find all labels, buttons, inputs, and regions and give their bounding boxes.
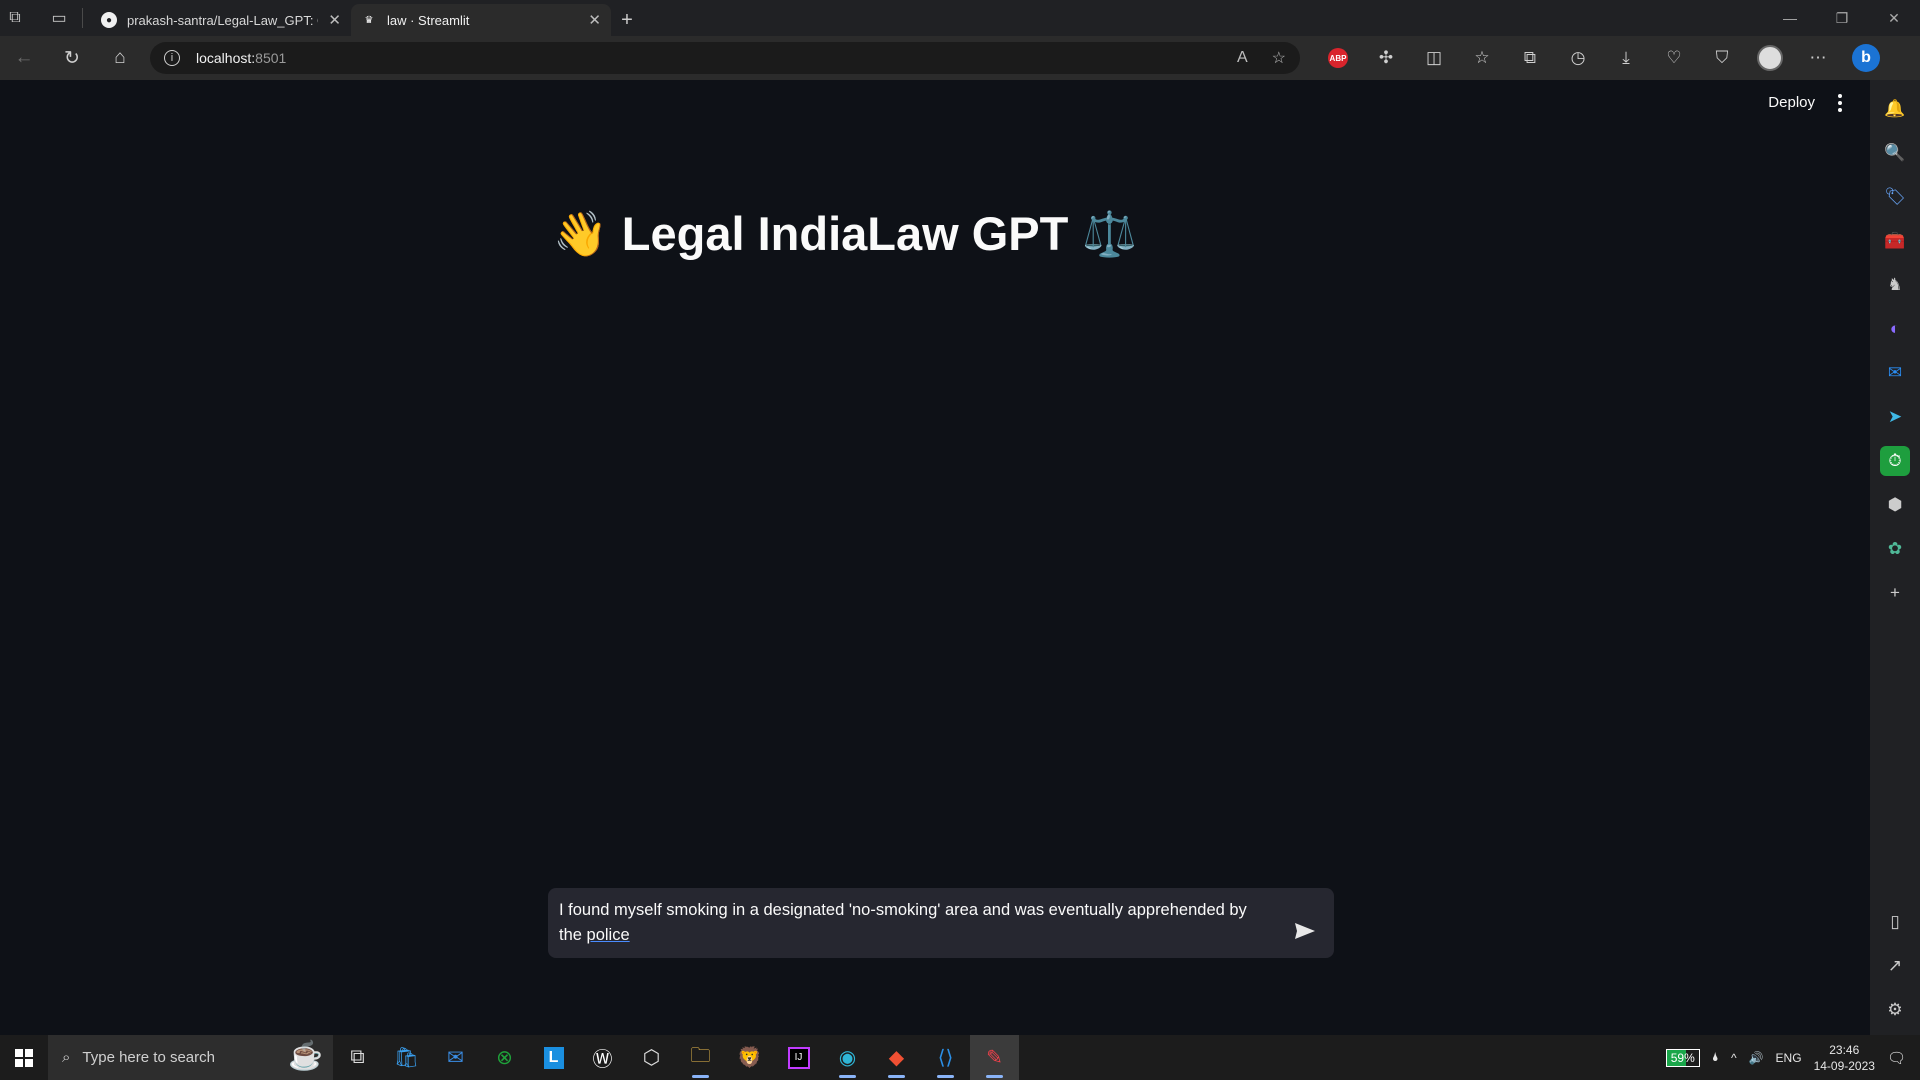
profile-avatar[interactable] [1746,45,1794,71]
browser-essentials-icon[interactable]: ⛉ [1698,48,1746,68]
split-screen-icon[interactable]: ◫ [1410,48,1458,68]
file-explorer-icon[interactable]: 🗀 [676,1035,725,1080]
tab-github[interactable]: ● prakash-santra/Legal-Law_GPT: G ✕ [91,4,351,36]
show-hidden-icons-icon[interactable]: ^ [1731,1051,1737,1065]
clock[interactable]: 23:46 14-09-2023 [1814,1042,1875,1074]
search-icon[interactable]: 🔍 [1880,138,1910,168]
deploy-button[interactable]: Deploy [1768,94,1815,111]
language-indicator[interactable]: ENG [1776,1051,1802,1065]
tab-actions-icon[interactable]: ▭ [44,0,74,36]
address-bar[interactable]: i localhost:8501 A ☆ [150,42,1300,74]
action-center-icon[interactable]: 🗨 [1887,1049,1906,1067]
l-app-icon[interactable]: L [529,1035,578,1080]
chat-input[interactable]: I found myself smoking in a designated '… [548,888,1334,958]
history-icon[interactable]: ◷ [1554,48,1602,68]
edge-sidebar: 🔔 🔍 🏷 🧰 ♞ ◐ ✉ ➤ ⏱ ⬢ ✿ + ▯ ↗ ⚙ [1870,80,1920,1035]
add-sidebar-app-icon[interactable]: + [1880,578,1910,608]
waving-hand-icon: 👋 [553,209,608,259]
site-info-icon[interactable]: i [164,50,180,66]
read-aloud-icon[interactable]: A [1237,49,1248,67]
close-icon[interactable]: ✕ [328,11,341,29]
github-icon: ● [101,12,117,28]
timer-icon[interactable]: ⏱ [1880,446,1910,476]
streamlit-icon: ♛ [364,14,374,26]
more-options-icon[interactable]: ⋯ [1794,48,1842,68]
window-controls: — ❐ ✕ [1764,0,1920,36]
shopping-icon[interactable]: 🏷 [1880,182,1910,212]
minimize-icon[interactable]: — [1764,0,1816,36]
address-url[interactable]: localhost:8501 [196,50,1213,66]
tab-title: prakash-santra/Legal-Law_GPT: G [127,12,319,28]
sidebar-bottom: ▯ ↗ ⚙ [1880,893,1910,1025]
extensions-icon[interactable]: ✣ [1362,48,1410,68]
outlook-icon[interactable]: ✉ [1880,358,1910,388]
games-icon[interactable]: ♞ [1880,270,1910,300]
workspaces-icon[interactable]: ⧉ [0,0,30,36]
clock-date: 14-09-2023 [1813,1058,1875,1073]
collections-icon[interactable]: ⧉ [1506,48,1554,68]
volume-icon[interactable]: 🔊 [1749,1051,1764,1065]
windows-taskbar: ⌕ Type here to search ☕ ⧉ 🛍 ✉ ⊗ L Ⓦ ⬡ 🗀 … [0,1035,1920,1080]
tab-streamlit[interactable]: ♛ law · Streamlit ✕ [351,4,611,36]
search-icon: ⌕ [62,1049,71,1066]
charging-icon: 🌢 [1711,1050,1719,1064]
taskbar-search[interactable]: ⌕ Type here to search ☕ [48,1035,333,1080]
streamlit-app: Deploy 👋 Legal IndiaLaw GPT ⚖️ I found m… [5,80,1870,1035]
xbox-icon[interactable]: ⊗ [480,1035,529,1080]
open-external-icon[interactable]: ↗ [1880,951,1910,981]
clock-time: 23:46 [1829,1042,1860,1057]
downloads-icon[interactable]: ⤓ [1602,48,1650,68]
vscode-icon[interactable]: ⟨⟩ [921,1035,970,1080]
hide-sidebar-icon[interactable]: ▯ [1880,907,1910,937]
send-icon[interactable] [1294,922,1316,940]
close-icon[interactable]: ✕ [588,11,601,29]
word-icon[interactable]: Ⓦ [578,1035,627,1080]
taskbar-search-placeholder: Type here to search [82,1049,215,1066]
extension-icons: ABP ✣ ◫ ☆ ⧉ ◷ ⤓ ♡ ⛉ ⋯ [1314,45,1842,71]
bing-copilot-icon[interactable]: b [1852,44,1880,72]
designer-icon[interactable]: ⬢ [1880,490,1910,520]
refresh-icon[interactable]: ↻ [48,36,96,80]
mail-icon[interactable]: ✉ [431,1035,480,1080]
intellij-icon[interactable]: IJ [774,1035,823,1080]
page-title-text: Legal IndiaLaw GPT [621,207,1069,260]
home-icon[interactable]: ⌂ [96,36,144,80]
sidebar-settings-icon[interactable]: ⚙ [1880,995,1910,1025]
performance-icon[interactable]: ♡ [1650,48,1698,68]
restore-icon[interactable]: ❐ [1816,0,1868,36]
favorites-icon[interactable]: ☆ [1458,48,1506,68]
balance-scale-icon: ⚖️ [1082,209,1138,259]
edge-icon[interactable]: ◉ [823,1035,872,1080]
chatgpt-icon[interactable]: ✿ [1880,534,1910,564]
brave-icon[interactable]: 🦁 [725,1035,774,1080]
microsoft-store-icon[interactable]: 🛍 [382,1035,431,1080]
pycharm-icon[interactable]: ✎ [970,1035,1019,1080]
chat-input-text: I found myself smoking in a designated '… [559,901,1247,944]
chat-input-text-underlined: police [586,926,630,944]
browser-toolbar: ← ↻ ⌂ i localhost:8501 A ☆ ABP ✣ ◫ ☆ ⧉ ◷… [0,36,1920,80]
system-tray: 59% 🌢 ^ 🔊 ENG 23:46 14-09-2023 🗨 [1665,1042,1920,1074]
page-title: 👋 Legal IndiaLaw GPT ⚖️ [553,206,1137,261]
drop-icon[interactable]: ➤ [1880,402,1910,432]
tools-icon[interactable]: 🧰 [1880,226,1910,256]
notifications-icon[interactable]: 🔔 [1880,94,1910,124]
battery-indicator[interactable]: 59% [1665,1048,1700,1067]
search-highlight-icon: ☕ [288,1040,323,1071]
tab-separator [82,8,83,28]
window-close-icon[interactable]: ✕ [1868,0,1920,36]
new-tab-button[interactable]: + [611,4,643,36]
microsoft-365-icon[interactable]: ◐ [1880,314,1910,344]
favorite-star-icon[interactable]: ☆ [1272,48,1286,68]
windows-start-icon[interactable] [0,1035,48,1080]
main-menu-icon[interactable] [1830,90,1850,116]
task-view-icon[interactable]: ⧉ [333,1035,382,1080]
back-icon[interactable]: ← [0,36,48,80]
git-icon[interactable]: ◆ [872,1035,921,1080]
adblock-plus-icon[interactable]: ABP [1314,48,1362,68]
virtualbox-icon[interactable]: ⬡ [627,1035,676,1080]
tab-title: law · Streamlit [387,12,470,28]
browser-tab-bar: ⧉ ▭ ● prakash-santra/Legal-Law_GPT: G ✕ … [0,0,1920,36]
